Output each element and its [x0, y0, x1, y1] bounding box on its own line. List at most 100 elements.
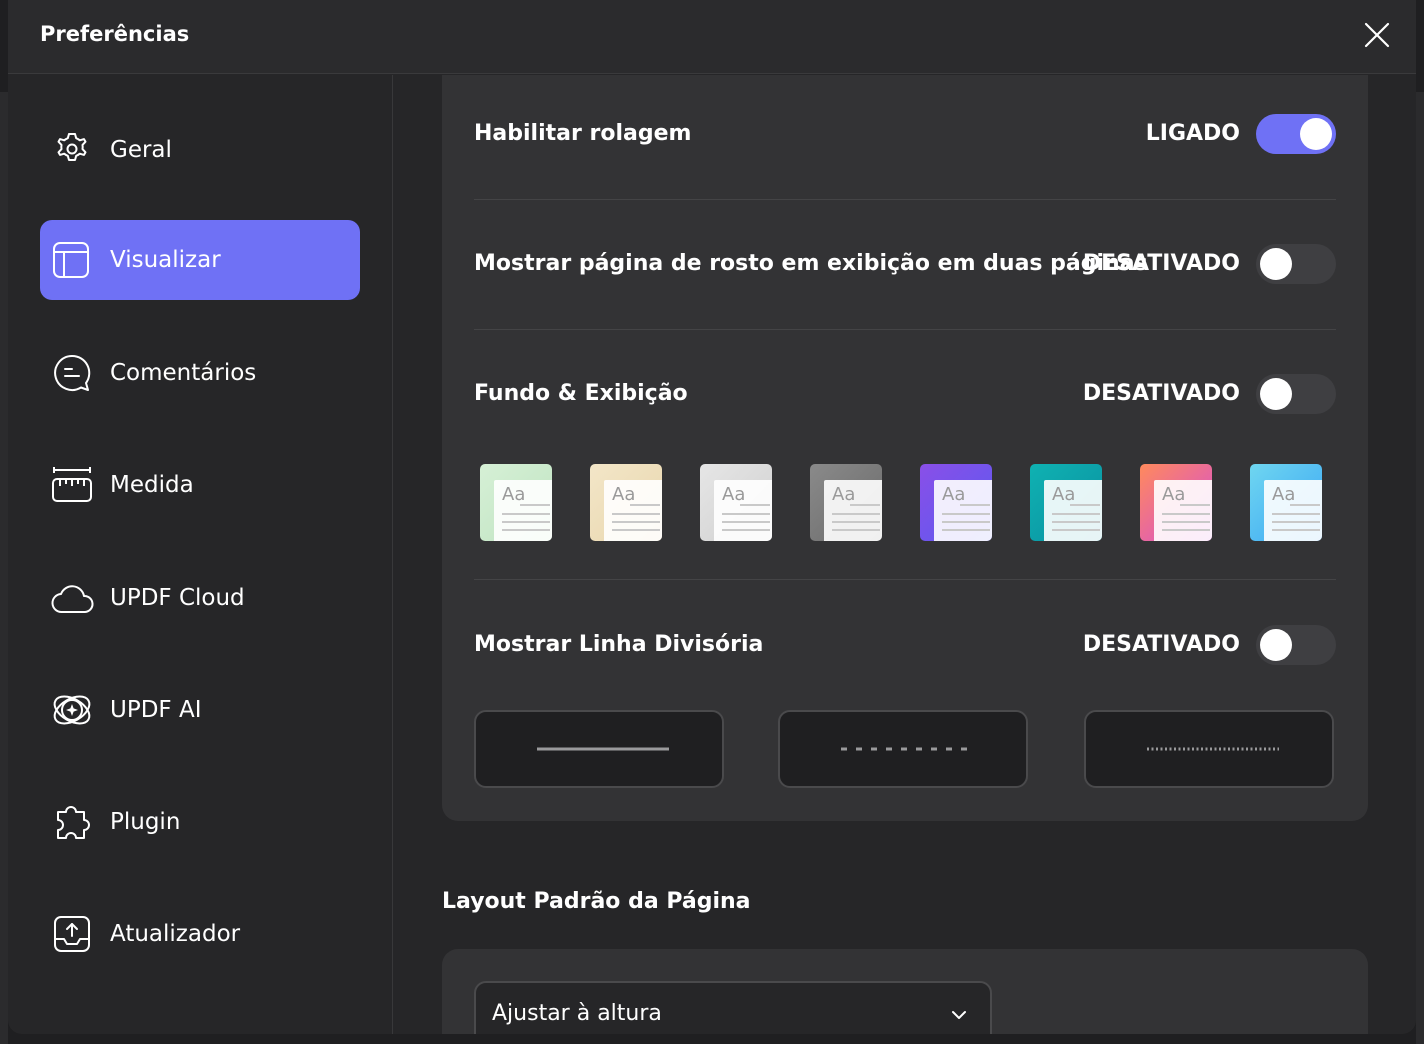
backdrop-strip-left — [0, 92, 8, 1044]
theme-text-line — [1272, 521, 1320, 523]
sidebar-item-comentarios[interactable]: Comentários — [40, 333, 360, 413]
theme-option-beige[interactable]: Aa — [590, 464, 662, 541]
theme-sample-text: Aa — [1272, 484, 1296, 505]
ruler-icon — [52, 467, 92, 502]
theme-option-green[interactable]: Aa — [480, 464, 552, 541]
sidebar-item-label: UPDF AI — [110, 697, 202, 723]
theme-option-dark-gray[interactable]: Aa — [810, 464, 882, 541]
update-icon — [54, 916, 90, 952]
theme-text-line — [740, 504, 770, 506]
sidebar-item-label: Plugin — [110, 809, 181, 835]
line-style-solid-option[interactable] — [474, 710, 724, 788]
theme-option-sky[interactable]: Aa — [1250, 464, 1322, 541]
cover-page-setting-state: DESATIVADO — [1082, 251, 1240, 276]
content-panel: Habilitar rolagem LIGADO Mostrar página … — [394, 75, 1416, 1034]
sidebar-item-geral[interactable]: Geral — [40, 110, 360, 190]
divider — [474, 329, 1336, 330]
gear-icon — [57, 133, 87, 161]
dashed-line-icon — [841, 747, 969, 751]
toggle-knob — [1300, 118, 1332, 150]
sidebar-item-label: Comentários — [110, 360, 257, 386]
theme-sample-text: Aa — [1052, 484, 1076, 505]
cloud-icon — [51, 585, 94, 614]
theme-sample-text: Aa — [1162, 484, 1186, 505]
sidebar-item-atualizador[interactable]: Atualizador — [40, 894, 360, 974]
theme-text-line — [722, 521, 770, 523]
theme-sample-text: Aa — [832, 484, 856, 505]
theme-text-line — [942, 529, 990, 531]
scroll-toggle[interactable] — [1256, 114, 1336, 154]
theme-option-sunset[interactable]: Aa — [1140, 464, 1212, 541]
cover-page-setting-label: Mostrar página de rosto em exibição em d… — [474, 251, 1148, 276]
cover-page-toggle[interactable] — [1256, 244, 1336, 284]
theme-option-light-gray[interactable]: Aa — [700, 464, 772, 541]
divider-line-setting-state: DESATIVADO — [1082, 632, 1240, 657]
theme-sample-text: Aa — [502, 484, 526, 505]
layout-icon — [53, 242, 89, 278]
theme-text-line — [1272, 529, 1320, 531]
toggle-knob — [1260, 378, 1292, 410]
sidebar-item-label: Medida — [110, 472, 194, 498]
theme-text-line — [850, 504, 880, 506]
theme-sample-text: Aa — [942, 484, 966, 505]
theme-text-line — [1052, 513, 1100, 515]
view-settings-card: Habilitar rolagem LIGADO Mostrar página … — [442, 75, 1368, 821]
theme-text-line — [722, 513, 770, 515]
solid-line-icon — [537, 747, 669, 751]
sidebar-item-medida[interactable]: Medida — [40, 445, 360, 525]
theme-text-line — [1290, 504, 1320, 506]
theme-text-line — [1180, 504, 1210, 506]
sidebar: Geral Visualizar Comentários Medida UPDF… — [8, 75, 393, 1034]
divider-line-toggle[interactable] — [1256, 625, 1336, 665]
close-button[interactable] — [1360, 18, 1394, 52]
theme-text-line — [942, 521, 990, 523]
line-style-dotted-option[interactable] — [1084, 710, 1334, 788]
theme-text-line — [1052, 529, 1100, 531]
theme-text-line — [960, 504, 990, 506]
close-icon — [1364, 22, 1390, 48]
scroll-setting-state: LIGADO — [1145, 121, 1240, 146]
theme-text-line — [1070, 504, 1100, 506]
theme-option-purple[interactable]: Aa — [920, 464, 992, 541]
theme-option-teal[interactable]: Aa — [1030, 464, 1102, 541]
theme-sample-text: Aa — [722, 484, 746, 505]
divider — [474, 579, 1336, 580]
theme-text-line — [502, 513, 550, 515]
sidebar-item-label: Visualizar — [110, 247, 221, 273]
background-setting-state: DESATIVADO — [1082, 381, 1240, 406]
page-layout-selected-value: Ajustar à altura — [492, 1001, 662, 1026]
comment-icon — [54, 354, 91, 391]
line-style-dashed-option[interactable] — [778, 710, 1028, 788]
theme-text-line — [1052, 521, 1100, 523]
chevron-down-icon — [952, 1011, 966, 1019]
page-layout-select[interactable]: Ajustar à altura — [474, 981, 992, 1034]
theme-text-line — [1272, 513, 1320, 515]
theme-text-line — [1162, 513, 1210, 515]
theme-text-line — [832, 513, 880, 515]
theme-sample-text: Aa — [612, 484, 636, 505]
divider-line-setting-label: Mostrar Linha Divisória — [474, 632, 764, 657]
backdrop-strip-right — [1416, 92, 1424, 1044]
theme-text-line — [832, 529, 880, 531]
dialog-title: Preferências — [40, 22, 190, 46]
background-setting-label: Fundo & Exibição — [474, 381, 688, 406]
sidebar-item-updf-ai[interactable]: UPDF AI — [40, 670, 360, 750]
preferences-dialog: Preferências Geral Visualizar Comentário… — [8, 0, 1416, 1034]
theme-text-line — [612, 529, 660, 531]
theme-text-line — [502, 521, 550, 523]
theme-text-line — [1162, 529, 1210, 531]
toggle-knob — [1260, 248, 1292, 280]
puzzle-icon — [57, 806, 90, 839]
theme-text-line — [612, 513, 660, 515]
sidebar-item-visualizar[interactable]: Visualizar — [40, 220, 360, 300]
sidebar-item-plugin[interactable]: Plugin — [40, 782, 360, 862]
theme-text-line — [942, 513, 990, 515]
dotted-line-icon — [1147, 747, 1279, 751]
page-layout-card: Ajustar à altura — [442, 949, 1368, 1034]
page-layout-title: Layout Padrão da Página — [442, 889, 751, 914]
ai-sparkle-icon — [53, 695, 91, 725]
sidebar-item-label: Atualizador — [110, 921, 241, 947]
sidebar-item-updf-cloud[interactable]: UPDF Cloud — [40, 558, 360, 638]
background-toggle[interactable] — [1256, 374, 1336, 414]
scroll-setting-label: Habilitar rolagem — [474, 121, 692, 146]
